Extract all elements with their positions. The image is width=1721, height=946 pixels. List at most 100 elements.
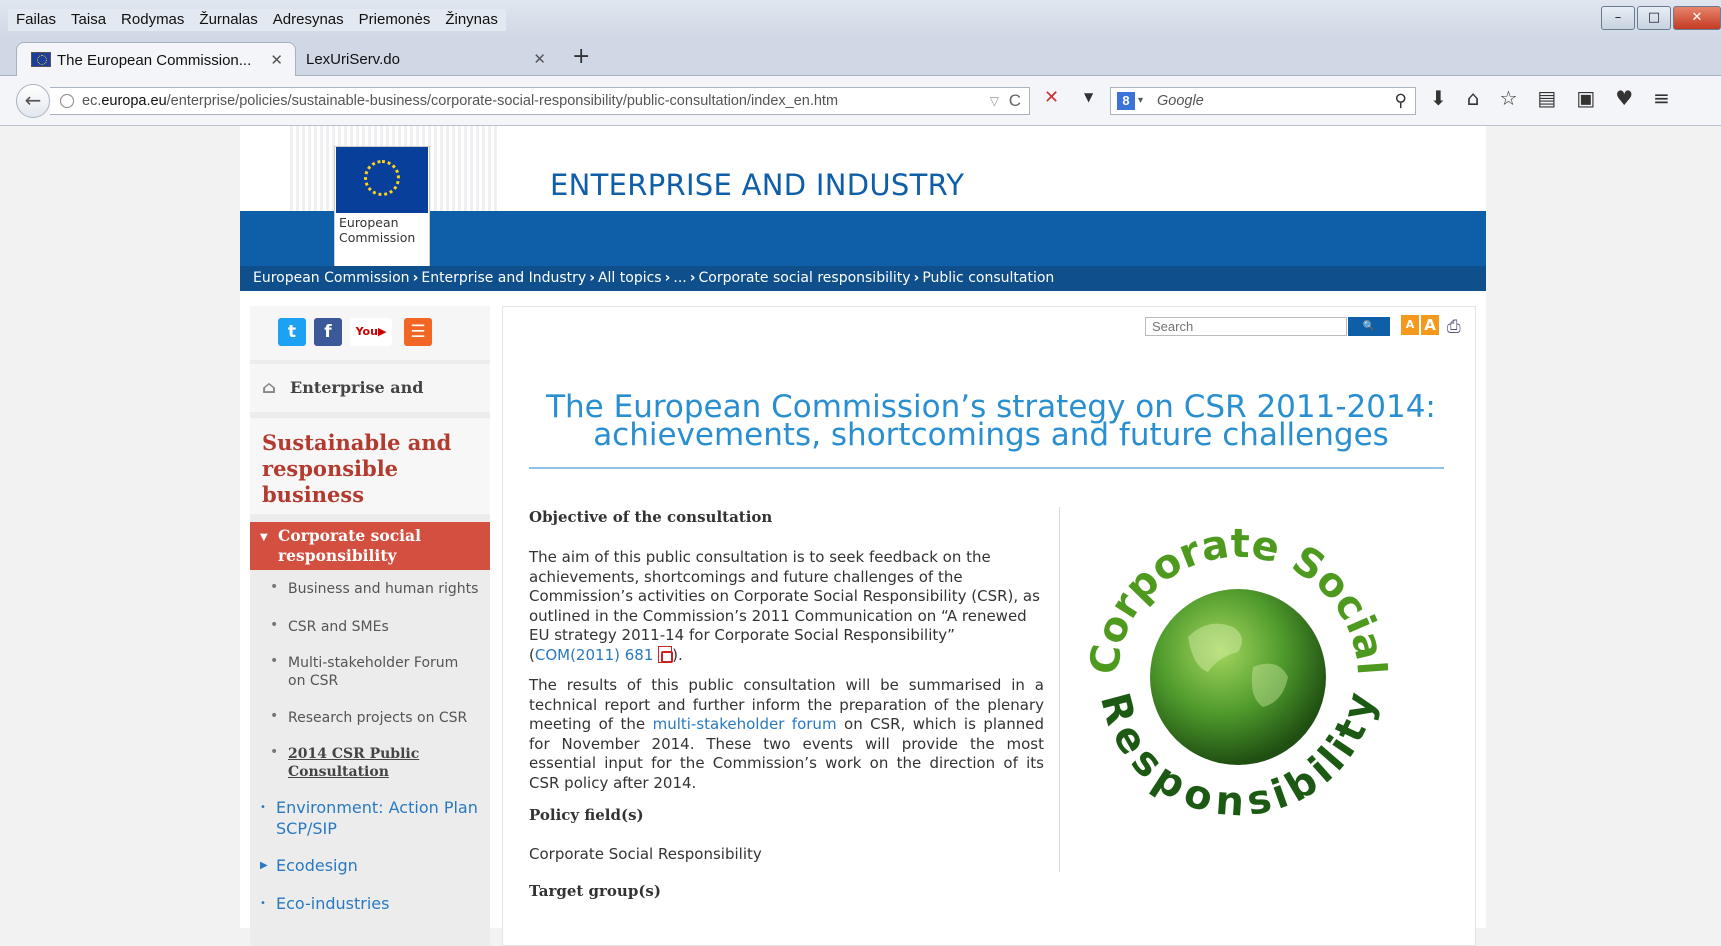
facebook-icon[interactable]: f xyxy=(314,318,342,346)
sidebar-item-csr-smes[interactable]: • CSR and SMEs xyxy=(270,617,389,636)
sidebar-item-business-human-rights[interactable]: • Business and human rights xyxy=(270,579,478,598)
breadcrumb: European Commission › Enterprise and Indus… xyxy=(240,266,1486,291)
link-label: Ecodesign xyxy=(276,856,358,875)
url-dropdown-icon[interactable]: ▽ xyxy=(990,88,999,114)
sidebar-item-research-projects[interactable]: • Research projects on CSR xyxy=(270,708,468,727)
close-tab-icon[interactable]: ✕ xyxy=(270,51,283,69)
sub-item-label-line2: Consultation xyxy=(288,764,389,780)
breadcrumb-item[interactable]: All topics xyxy=(598,270,662,286)
globe-shape xyxy=(1150,589,1326,765)
enterprise-industry-home-link[interactable]: ⌂ Enterprise and Industry xyxy=(250,364,490,445)
expanded-triangle-icon: ▼ xyxy=(260,532,268,543)
font-larger-icon[interactable]: A xyxy=(1421,315,1439,335)
font-smaller-icon[interactable]: A xyxy=(1401,315,1419,335)
bullet-icon: • xyxy=(270,653,279,669)
eu-logo-label-line1: European xyxy=(339,215,399,230)
objective-heading: Objective of the consultation xyxy=(529,508,773,526)
social-links: t f You▶ ☰ xyxy=(250,306,490,360)
site-title: ENTERPRISE AND INDUSTRY xyxy=(550,168,965,202)
breadcrumb-separator: › xyxy=(412,270,419,286)
eu-logo-label: European Commission xyxy=(339,215,415,245)
site-search-input[interactable] xyxy=(1145,317,1347,336)
menu-items: Failas Taisa Rodymas Žurnalas Adresynas … xyxy=(8,9,506,31)
sidebar-item-corporate-social-responsibility[interactable]: ▼ Corporate social responsibility xyxy=(250,522,490,570)
breadcrumb-separator: › xyxy=(689,270,696,286)
url-bar[interactable]: ec.europa.eu/enterprise/policies/sustain… xyxy=(50,87,1030,115)
breadcrumb-separator: › xyxy=(913,270,920,286)
menu-bookmarks[interactable]: Adresynas xyxy=(273,11,344,29)
twitter-icon[interactable]: t xyxy=(278,318,306,346)
extension-icon[interactable]: ♥ xyxy=(1615,86,1633,110)
search-icon[interactable]: ⚲ xyxy=(1395,88,1407,114)
sidebar-link-environment-action-plan[interactable]: • Environment: Action Plan SCP/SIP xyxy=(260,797,478,839)
menu-view[interactable]: Rodymas xyxy=(121,11,184,29)
tab-european-commission[interactable]: The European Commission... ✕ xyxy=(16,42,296,76)
sub-item-label: 2014 CSR Public xyxy=(288,746,420,762)
home-icon[interactable]: ⌂ xyxy=(1467,86,1480,110)
close-tab-icon[interactable]: ✕ xyxy=(533,50,546,68)
home-icon: ⌂ xyxy=(262,378,277,398)
menu-file[interactable]: Failas xyxy=(16,11,56,29)
pocket-icon[interactable]: ▣ xyxy=(1576,86,1595,110)
breadcrumb-separator: › xyxy=(589,270,595,286)
new-tab-icon[interactable]: + xyxy=(572,44,590,69)
close-window-button[interactable]: ✕ xyxy=(1673,6,1721,30)
breadcrumb-item[interactable]: ... xyxy=(673,270,686,286)
rss-icon[interactable]: ☰ xyxy=(404,318,432,346)
globe-icon xyxy=(60,94,74,108)
tab-lexuriserv[interactable]: LexUriServ.do ✕ xyxy=(292,42,558,76)
sidebar-section-title[interactable]: Sustainable and responsible business xyxy=(250,418,490,514)
tab-bar: The European Commission... ✕ LexUriServ.… xyxy=(0,40,1721,76)
bullet-icon: • xyxy=(270,744,279,760)
active-item-line2: responsibility xyxy=(278,546,397,565)
eu-logo[interactable]: European Commission xyxy=(334,146,430,270)
menu-edit[interactable]: Taisa xyxy=(71,11,106,29)
tab-label: The European Commission... xyxy=(57,52,252,69)
menu-tools[interactable]: Priemonės xyxy=(359,11,431,29)
link-label-line2: SCP/SIP xyxy=(276,819,337,838)
active-item-line1: Corporate social xyxy=(278,526,421,545)
site-search-button[interactable]: 🔍 xyxy=(1348,317,1390,336)
maximize-button[interactable]: □ xyxy=(1637,6,1671,30)
page-title-line2: achievements, shortcomings and future ch… xyxy=(593,417,1389,453)
section-title-line1: Sustainable and xyxy=(262,430,452,455)
reload-icon[interactable]: C xyxy=(1009,88,1021,114)
column-divider xyxy=(1059,507,1060,872)
addon-icon[interactable]: ✕ xyxy=(1044,87,1059,108)
url-prefix: ec. xyxy=(82,93,102,109)
breadcrumb-item[interactable]: European Commission xyxy=(253,270,410,286)
reading-list-icon[interactable]: ▤ xyxy=(1537,86,1556,110)
menu-help[interactable]: Žinynas xyxy=(445,11,498,29)
print-icon[interactable]: ⎙ xyxy=(1447,317,1461,337)
back-arrow-icon[interactable]: ← xyxy=(16,84,50,118)
hamburger-menu-icon[interactable]: ≡ xyxy=(1653,86,1670,110)
eu-logo-label-line2: Commission xyxy=(339,230,416,245)
sidebar-link-eco-industries[interactable]: • Eco-industries xyxy=(260,893,389,914)
youtube-icon[interactable]: You▶ xyxy=(350,318,392,346)
sidebar-item-multi-stakeholder-forum[interactable]: • Multi-stakeholder Forum on CSR xyxy=(270,653,458,690)
link-label: Environment: Action Plan xyxy=(276,798,478,817)
menu-bar: Failas Taisa Rodymas Žurnalas Adresynas … xyxy=(0,0,1721,40)
search-engine-dropdown-icon[interactable]: ▾ xyxy=(1138,88,1143,114)
breadcrumb-item: Public consultation xyxy=(922,270,1055,286)
sidebar-link-ecodesign[interactable]: ▶ Ecodesign xyxy=(260,855,358,876)
sidebar-item-2014-csr-public-consultation[interactable]: • 2014 CSR Public Consultation xyxy=(270,744,420,781)
bookmark-star-icon[interactable]: ☆ xyxy=(1499,86,1517,110)
sub-item-label: CSR and SMEs xyxy=(288,619,389,635)
breadcrumb-item[interactable]: Corporate social responsibility xyxy=(699,270,911,286)
tab-label: LexUriServ.do xyxy=(306,51,400,68)
minimize-button[interactable]: – xyxy=(1601,6,1635,30)
browser-search-input[interactable]: 8 ▾ Google ⚲ xyxy=(1110,87,1416,115)
multi-stakeholder-forum-link[interactable]: multi-stakeholder forum xyxy=(653,715,837,733)
pdf-icon[interactable] xyxy=(658,645,674,663)
com-2011-681-link[interactable]: COM(2011) 681 xyxy=(535,646,654,664)
sub-item-label: Research projects on CSR xyxy=(288,710,468,726)
main-content: 🔍 A A ⎙ The European Commission’s strate… xyxy=(502,306,1476,946)
download-icon[interactable]: ⬇ xyxy=(1430,86,1447,110)
addon-dropdown-icon[interactable]: ▼ xyxy=(1084,90,1093,104)
title-divider xyxy=(529,467,1444,469)
menu-history[interactable]: Žurnalas xyxy=(199,11,257,29)
sidebar: t f You▶ ☰ ⌂ Enterprise and Industry Sus… xyxy=(250,306,490,946)
breadcrumb-item[interactable]: Enterprise and Industry xyxy=(421,270,586,286)
google-icon: 8 xyxy=(1117,92,1135,110)
